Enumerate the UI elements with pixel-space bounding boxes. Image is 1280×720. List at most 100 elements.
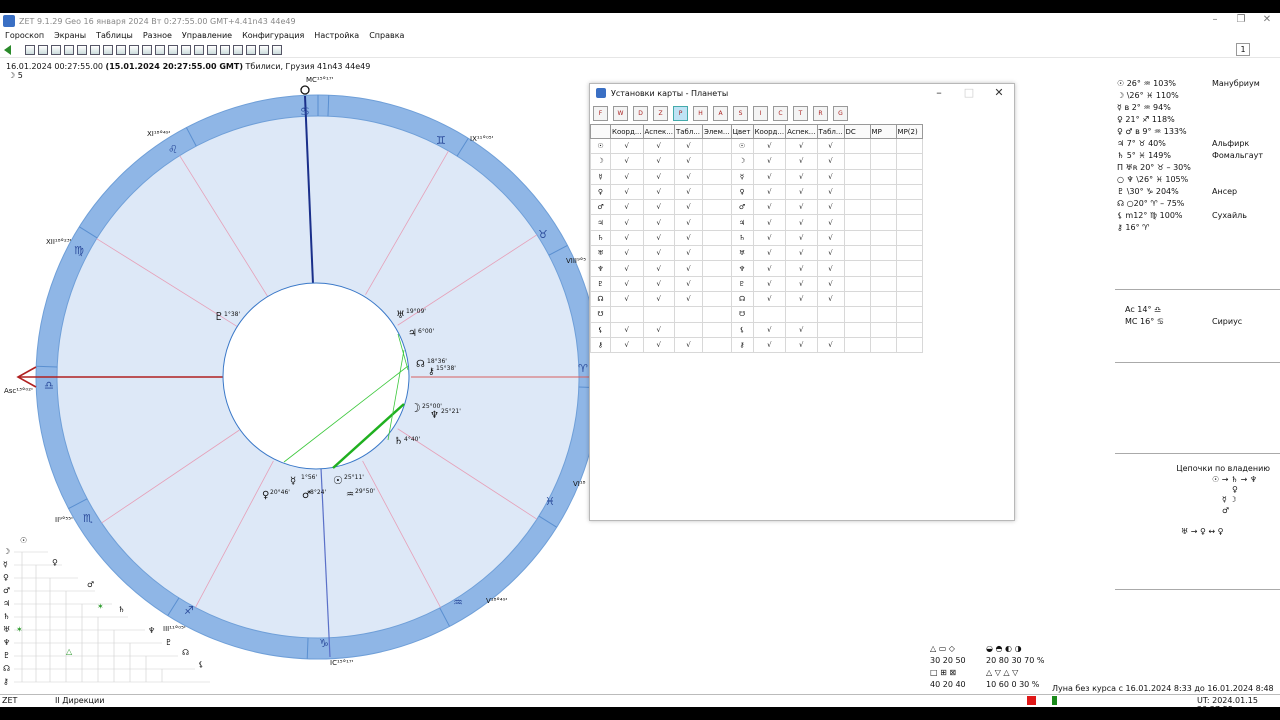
setting-cell[interactable]: √ — [816, 168, 845, 185]
setting-cell[interactable] — [895, 290, 923, 308]
tool-t-button[interactable]: T — [793, 106, 808, 121]
tool-s-button[interactable]: S — [733, 106, 748, 121]
setting-cell[interactable]: √ — [785, 260, 818, 277]
setting-cell[interactable]: √ — [642, 275, 675, 292]
setting-cell[interactable]: √ — [816, 153, 845, 170]
setting-cell[interactable]: ♂ — [730, 199, 754, 216]
dialog-minimize-button[interactable]: – — [924, 84, 954, 102]
setting-cell[interactable]: √ — [610, 199, 644, 216]
setting-cell[interactable] — [895, 183, 923, 201]
setting-cell[interactable]: √ — [816, 245, 845, 262]
column-header[interactable]: Коорд... — [752, 124, 787, 139]
setting-cell[interactable]: √ — [752, 168, 787, 185]
setting-cell[interactable] — [673, 306, 703, 323]
tool-r-button[interactable]: R — [813, 106, 828, 121]
setting-cell[interactable] — [895, 168, 923, 185]
setting-cell[interactable]: √ — [752, 290, 787, 308]
setting-cell[interactable]: √ — [642, 168, 675, 185]
setting-cell[interactable]: ⚷ — [730, 336, 754, 354]
setting-cell[interactable] — [895, 306, 923, 323]
setting-cell[interactable] — [869, 214, 897, 231]
setting-cell[interactable]: √ — [785, 214, 818, 231]
setting-cell[interactable] — [701, 199, 732, 216]
setting-cell[interactable] — [701, 245, 732, 262]
setting-cell[interactable] — [869, 199, 897, 216]
setting-cell[interactable]: √ — [816, 260, 845, 277]
column-header[interactable]: MP(2) — [895, 124, 923, 139]
setting-cell[interactable]: ☉ — [730, 137, 754, 155]
setting-cell[interactable]: √ — [642, 153, 675, 170]
status-mode[interactable]: II Дирекции — [55, 696, 104, 705]
setting-cell[interactable] — [610, 306, 644, 323]
setting-cell[interactable]: √ — [642, 245, 675, 262]
setting-cell[interactable]: √ — [642, 229, 675, 247]
setting-cell[interactable] — [843, 275, 871, 292]
setting-cell[interactable] — [701, 183, 732, 201]
setting-cell[interactable] — [869, 290, 897, 308]
tool-g-button[interactable]: G — [833, 106, 848, 121]
setting-cell[interactable]: ♇ — [730, 275, 754, 292]
column-header[interactable]: Табл... — [816, 124, 845, 139]
maximize-button[interactable]: ❐ — [1228, 13, 1254, 27]
setting-cell[interactable]: √ — [752, 260, 787, 277]
setting-cell[interactable]: √ — [785, 168, 818, 185]
setting-cell[interactable]: √ — [642, 260, 675, 277]
setting-cell[interactable]: √ — [785, 229, 818, 247]
setting-cell[interactable] — [843, 229, 871, 247]
setting-cell[interactable] — [843, 245, 871, 262]
setting-cell[interactable] — [895, 245, 923, 262]
setting-cell[interactable]: √ — [816, 183, 845, 201]
setting-cell[interactable]: √ — [785, 153, 818, 170]
setting-cell[interactable] — [701, 260, 732, 277]
setting-cell[interactable]: ☽ — [730, 153, 754, 170]
setting-cell[interactable] — [869, 137, 897, 155]
setting-cell[interactable]: ♀ — [730, 183, 754, 201]
setting-cell[interactable] — [869, 260, 897, 277]
setting-cell[interactable] — [701, 290, 732, 308]
setting-cell[interactable]: √ — [610, 229, 644, 247]
page-number-field[interactable]: 1 — [1236, 43, 1250, 56]
setting-cell[interactable]: √ — [673, 137, 703, 155]
setting-cell[interactable] — [895, 336, 923, 354]
setting-cell[interactable]: √ — [816, 275, 845, 292]
setting-cell[interactable] — [895, 199, 923, 216]
setting-cell[interactable] — [895, 153, 923, 170]
column-header[interactable]: Аспек... — [785, 124, 818, 139]
setting-cell[interactable]: ♃ — [730, 214, 754, 231]
setting-cell[interactable] — [869, 245, 897, 262]
setting-cell[interactable]: √ — [673, 168, 703, 185]
setting-cell[interactable]: √ — [752, 229, 787, 247]
setting-cell[interactable]: √ — [610, 321, 644, 338]
setting-cell[interactable] — [701, 214, 732, 231]
setting-cell[interactable]: √ — [785, 321, 818, 338]
setting-cell[interactable] — [895, 260, 923, 277]
setting-cell[interactable]: √ — [673, 336, 703, 354]
setting-cell[interactable]: √ — [673, 199, 703, 216]
tool-i-button[interactable]: I — [753, 106, 768, 121]
setting-cell[interactable]: √ — [816, 290, 845, 308]
setting-cell[interactable] — [843, 137, 871, 155]
setting-cell[interactable] — [843, 321, 871, 338]
setting-cell[interactable]: √ — [610, 275, 644, 292]
setting-cell[interactable] — [895, 275, 923, 292]
setting-cell[interactable] — [869, 183, 897, 201]
column-header[interactable]: Аспек... — [642, 124, 675, 139]
setting-cell[interactable] — [895, 137, 923, 155]
setting-cell[interactable] — [701, 275, 732, 292]
setting-cell[interactable]: √ — [642, 336, 675, 354]
setting-cell[interactable]: √ — [785, 290, 818, 308]
tool-w-button[interactable]: W — [613, 106, 628, 121]
setting-cell[interactable]: √ — [785, 199, 818, 216]
tool-f-button[interactable]: F — [593, 106, 608, 121]
setting-cell[interactable]: √ — [816, 137, 845, 155]
setting-cell[interactable]: √ — [752, 214, 787, 231]
setting-cell[interactable] — [843, 199, 871, 216]
setting-cell[interactable]: √ — [752, 137, 787, 155]
setting-cell[interactable]: √ — [785, 137, 818, 155]
setting-cell[interactable]: √ — [673, 275, 703, 292]
setting-cell[interactable]: √ — [785, 336, 818, 354]
setting-cell[interactable]: √ — [785, 275, 818, 292]
setting-cell[interactable]: √ — [673, 153, 703, 170]
tool-a-button[interactable]: A — [713, 106, 728, 121]
setting-cell[interactable]: ♅ — [730, 245, 754, 262]
